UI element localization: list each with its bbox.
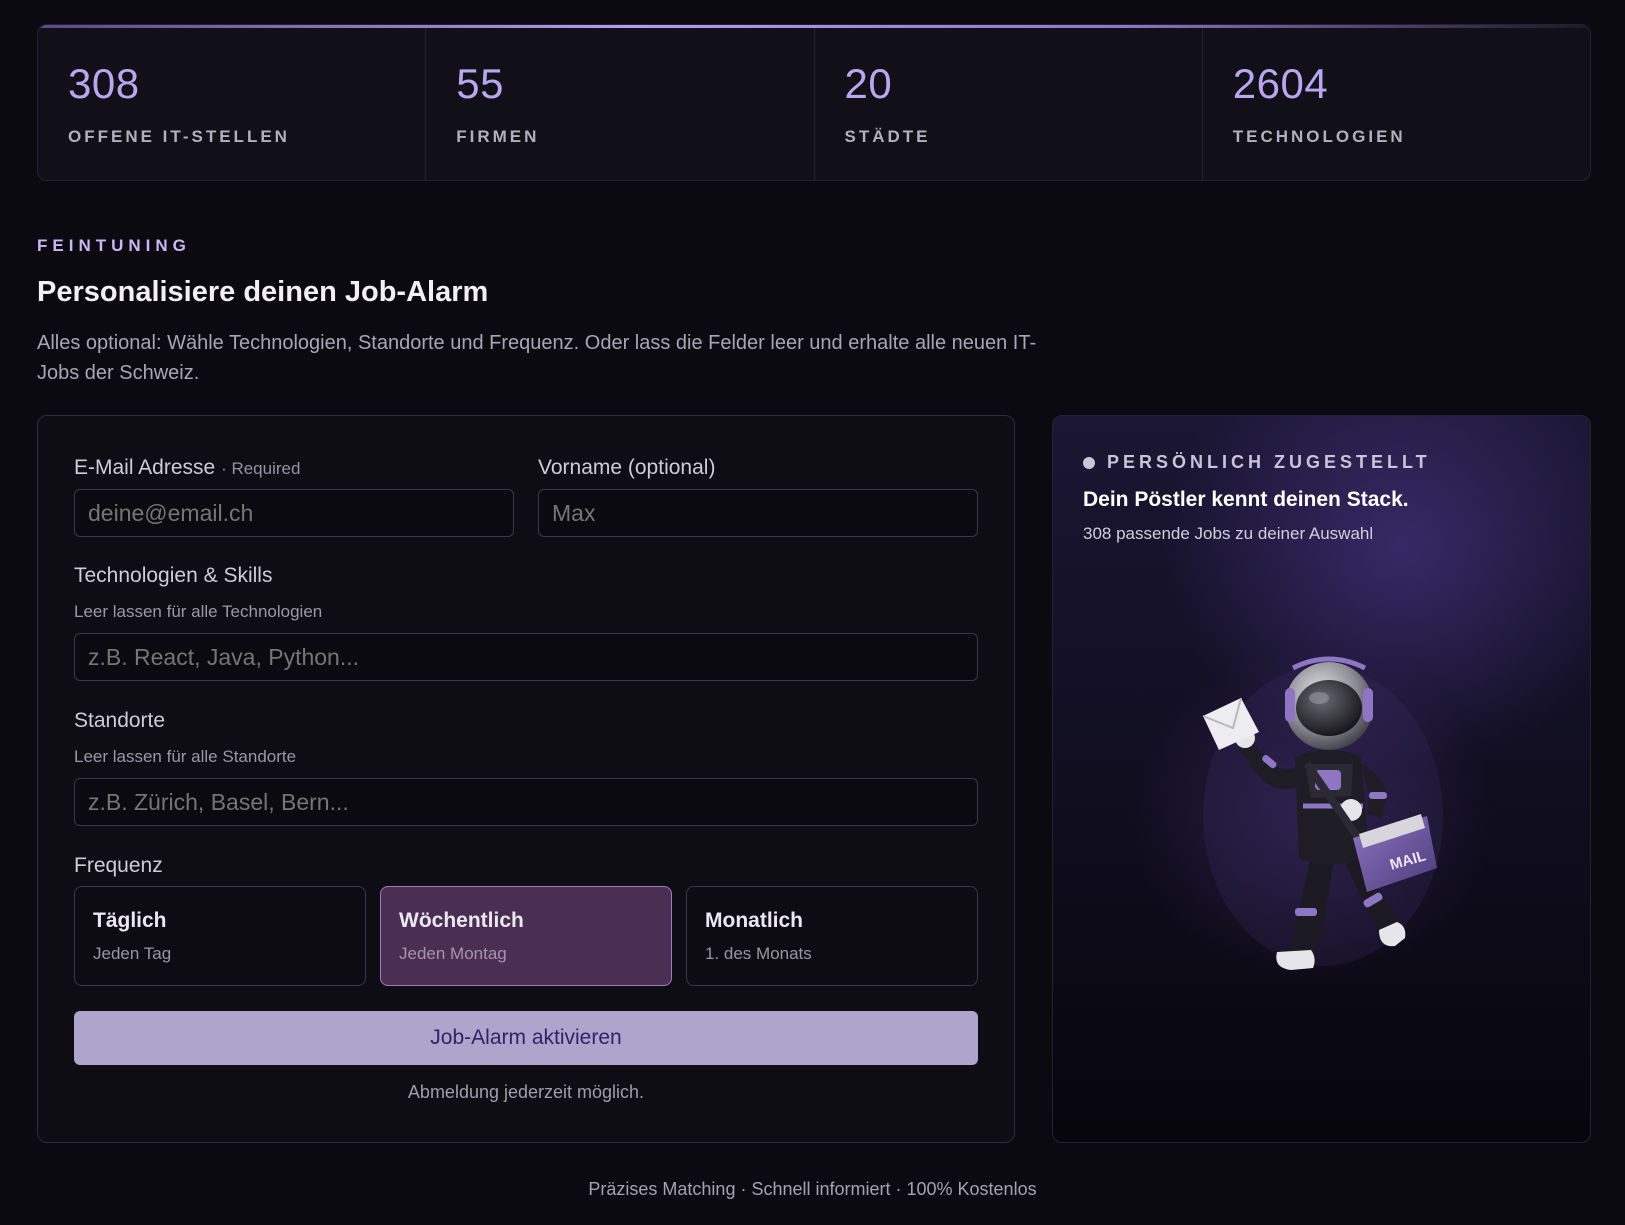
firstname-label: Vorname (optional) — [538, 456, 716, 479]
stat-label: FIRMEN — [456, 127, 540, 146]
activate-alert-button[interactable]: Job-Alarm aktivieren — [74, 1011, 978, 1065]
stat-technologies: 2604 TECHNOLOGIEN — [1203, 25, 1590, 180]
stat-label: STÄDTE — [844, 127, 931, 146]
tech-hint: Leer lassen für alle Technologien — [74, 602, 323, 621]
promo-eyebrow: PERSÖNLICH ZUGESTELLT — [1083, 452, 1431, 473]
tech-input[interactable] — [74, 633, 978, 681]
stat-value: 55 — [456, 60, 504, 107]
firstname-input[interactable] — [538, 489, 978, 537]
frequency-subtitle: Jeden Tag — [93, 944, 172, 963]
stat-label: OFFENE IT-STELLEN — [68, 127, 290, 146]
stats-bar: 308 OFFENE IT-STELLEN 55 FIRMEN 20 STÄDT… — [37, 24, 1591, 181]
job-alert-form: E-Mail Adresse · Required Vorname (optio… — [37, 415, 1015, 1143]
frequency-title: Wöchentlich — [399, 909, 524, 932]
frequency-title: Täglich — [93, 909, 167, 932]
frequency-subtitle: Jeden Montag — [399, 944, 507, 963]
promo-title: Dein Pöstler kennt deinen Stack. — [1083, 488, 1409, 511]
promo-subtitle: 308 passende Jobs zu deiner Auswahl — [1083, 524, 1374, 543]
email-label: E-Mail Adresse · Required — [74, 456, 300, 480]
frequency-subtitle: 1. des Monats — [705, 944, 812, 963]
promo-card: PERSÖNLICH ZUGESTELLT Dein Pöstler kennt… — [1052, 415, 1591, 1143]
email-input[interactable] — [74, 489, 514, 537]
stat-companies: 55 FIRMEN — [426, 25, 815, 180]
page: 308 OFFENE IT-STELLEN 55 FIRMEN 20 STÄDT… — [0, 0, 1625, 1225]
frequency-option-monthly[interactable]: Monatlich 1. des Monats — [686, 886, 978, 986]
location-label: Standorte — [74, 709, 166, 732]
stat-value: 20 — [844, 60, 893, 107]
section-eyebrow: FEINTUNING — [37, 236, 191, 255]
location-hint: Leer lassen für alle Standorte — [74, 747, 297, 766]
unsubscribe-note: Abmeldung jederzeit möglich. — [407, 1082, 645, 1102]
location-input[interactable] — [74, 778, 978, 826]
frequency-label: Frequenz — [74, 854, 163, 877]
frequency-option-daily[interactable]: Täglich Jeden Tag — [74, 886, 366, 986]
stat-label: TECHNOLOGIEN — [1232, 127, 1406, 146]
stat-open-jobs: 308 OFFENE IT-STELLEN — [38, 25, 427, 180]
stat-value: 2604 — [1232, 60, 1329, 107]
footer-tagline: Präzises Matching · Schnell informiert ·… — [588, 1179, 1037, 1199]
stat-cities: 20 STÄDTE — [815, 25, 1203, 180]
frequency-option-weekly[interactable]: Wöchentlich Jeden Montag — [380, 886, 672, 986]
email-label-text: E-Mail Adresse — [74, 456, 216, 479]
frequency-title: Monatlich — [705, 909, 803, 932]
required-marker: · Required — [221, 459, 301, 478]
astronaut-mailman-illustration: MAIL — [1202, 656, 1443, 970]
page-title: Personalisiere deinen Job-Alarm — [37, 276, 489, 308]
bullet-dot-icon — [1083, 456, 1095, 469]
stat-value: 308 — [68, 60, 140, 107]
section-description: Alles optional: Wähle Technologien, Stan… — [37, 332, 1037, 384]
promo-eyebrow-text: PERSÖNLICH ZUGESTELLT — [1107, 452, 1431, 472]
tech-label: Technologien & Skills — [74, 564, 273, 587]
